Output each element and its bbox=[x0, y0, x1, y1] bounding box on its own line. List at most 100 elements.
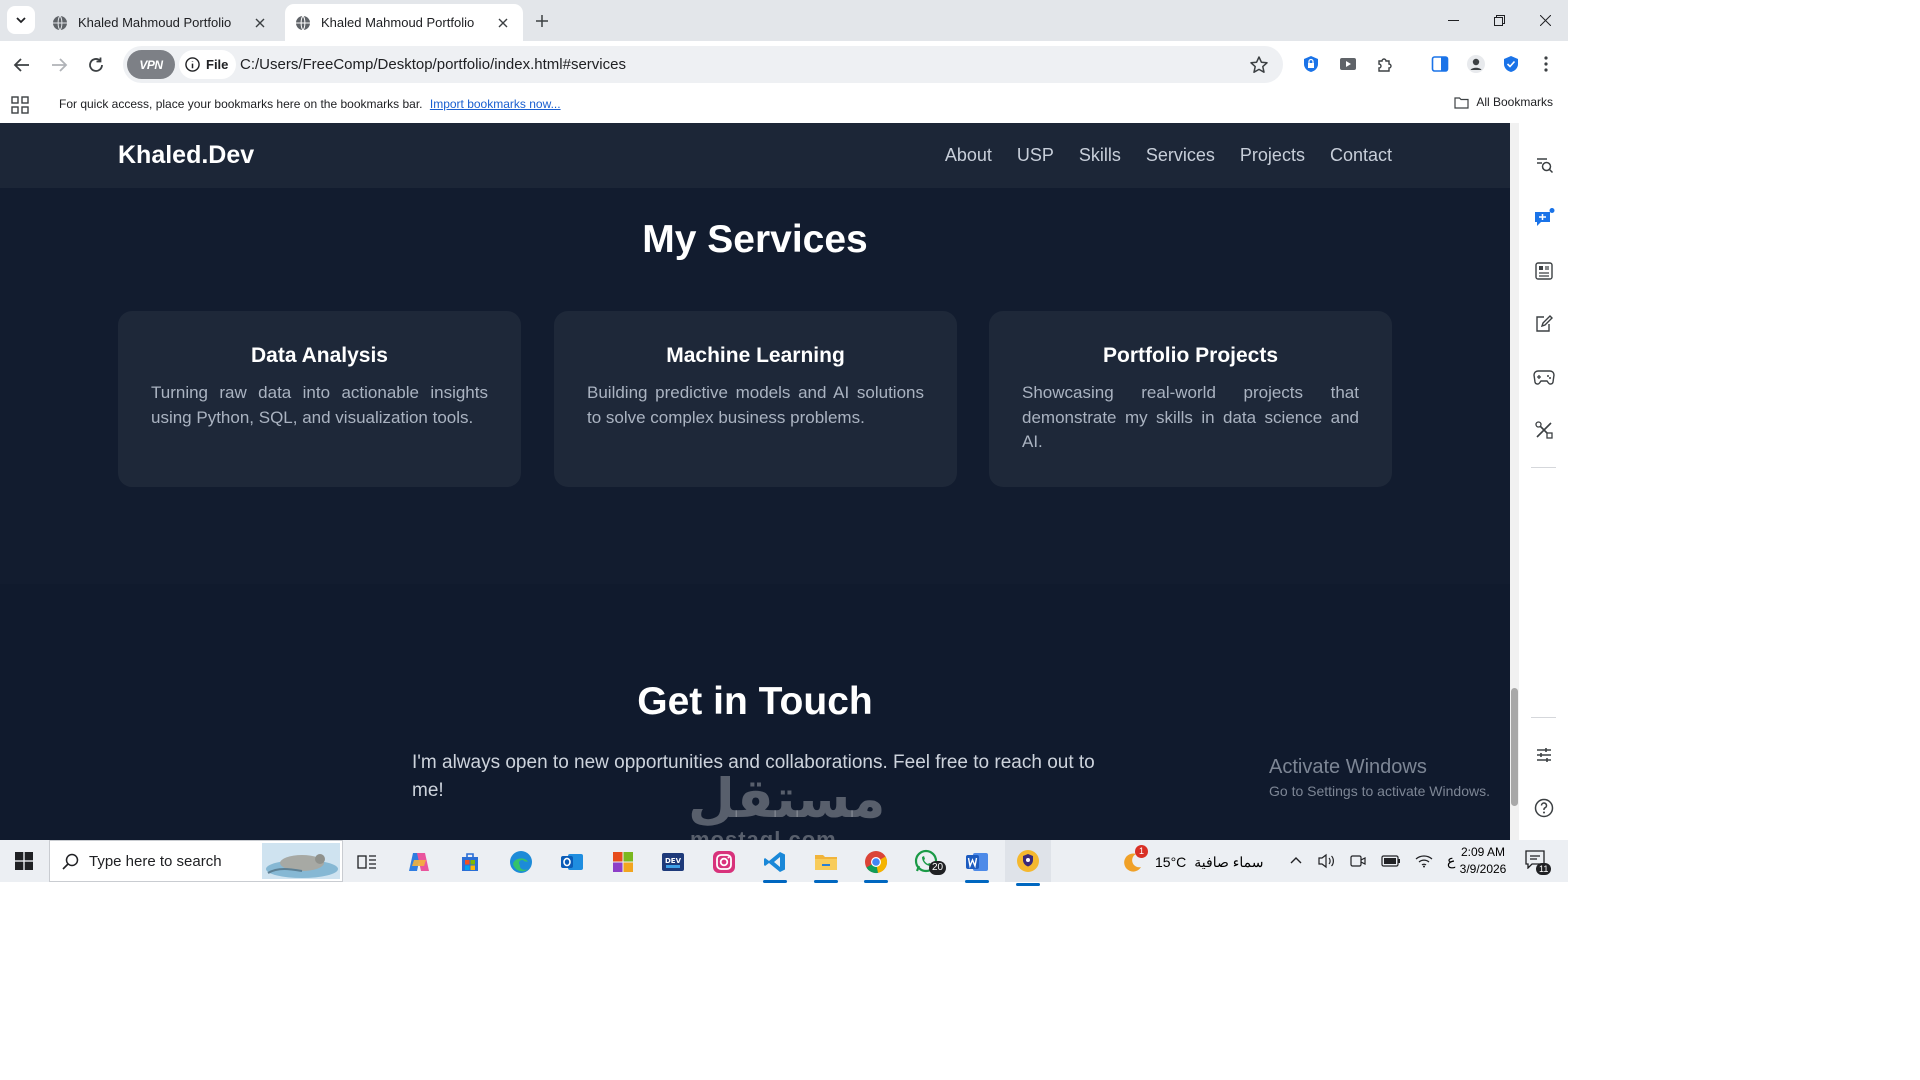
sidebar-toggle-button[interactable] bbox=[1427, 51, 1453, 77]
side-tools-button[interactable] bbox=[1530, 416, 1557, 443]
vscode-app[interactable] bbox=[757, 845, 793, 883]
instagram-app[interactable] bbox=[706, 845, 742, 879]
site-info-chip[interactable]: File bbox=[179, 50, 237, 79]
new-tab-button[interactable] bbox=[529, 8, 555, 34]
service-card-title: Machine Learning bbox=[666, 344, 845, 367]
side-help-button[interactable] bbox=[1530, 794, 1557, 821]
search-icon bbox=[62, 853, 79, 870]
address-bar[interactable]: VPN File C:/Users/FreeComp/Desktop/portf… bbox=[123, 46, 1283, 83]
nav-link-skills[interactable]: Skills bbox=[1079, 145, 1121, 166]
site-logo[interactable]: Khaled.Dev bbox=[118, 141, 254, 170]
services-section: My Services Data Analysis Turning raw da… bbox=[0, 188, 1510, 584]
meet-now-icon[interactable] bbox=[1349, 853, 1367, 869]
page-scrollbar[interactable] bbox=[1510, 123, 1519, 840]
side-panel-icon bbox=[1431, 56, 1449, 72]
running-indicator bbox=[1016, 883, 1040, 886]
folder-icon bbox=[815, 855, 837, 870]
microsoft-store-app[interactable] bbox=[452, 845, 488, 879]
service-card-machine-learning: Machine Learning Building predictive mod… bbox=[554, 311, 957, 487]
chrome-app[interactable] bbox=[858, 845, 894, 883]
nav-link-about[interactable]: About bbox=[945, 145, 992, 166]
nav-link-projects[interactable]: Projects bbox=[1240, 145, 1305, 166]
copilot-icon bbox=[409, 853, 429, 871]
notifications-button[interactable]: 11 bbox=[1524, 849, 1552, 875]
site-header: Khaled.Dev About USP Skills Services Pro… bbox=[0, 123, 1510, 188]
taskbar-search-box[interactable]: Type here to search bbox=[49, 840, 343, 882]
side-chat-button[interactable] bbox=[1530, 204, 1557, 231]
activate-windows-title: Activate Windows bbox=[1269, 756, 1427, 778]
wifi-icon[interactable] bbox=[1415, 854, 1433, 868]
office-app[interactable] bbox=[605, 845, 641, 879]
extension-shield-button[interactable] bbox=[1498, 51, 1524, 77]
chrome-icon bbox=[865, 851, 888, 874]
start-button[interactable] bbox=[0, 840, 48, 882]
taskbar-clock[interactable]: 2:09 AM 3/9/2026 bbox=[1455, 844, 1511, 878]
volume-icon[interactable] bbox=[1317, 853, 1335, 869]
bookmarks-message-row: For quick access, place your bookmarks h… bbox=[59, 97, 561, 111]
edge-app[interactable] bbox=[503, 845, 539, 879]
extension-video-button[interactable] bbox=[1335, 51, 1361, 77]
close-icon[interactable] bbox=[493, 13, 513, 33]
system-tray: ع bbox=[1289, 852, 1455, 869]
reload-button[interactable] bbox=[81, 50, 111, 80]
office-grid-icon bbox=[613, 852, 633, 872]
info-icon bbox=[185, 57, 200, 72]
extensions-button[interactable] bbox=[1372, 51, 1398, 77]
file-explorer-app[interactable] bbox=[808, 845, 844, 883]
minimize-button[interactable] bbox=[1430, 0, 1476, 41]
apps-grid-icon[interactable] bbox=[11, 96, 29, 114]
tab-1[interactable]: Khaled Mahmoud Portfolio bbox=[42, 4, 280, 41]
side-games-button[interactable] bbox=[1530, 363, 1557, 390]
forward-button[interactable] bbox=[44, 50, 74, 80]
gamepad-icon bbox=[1532, 369, 1555, 385]
bookmarks-bar: For quick access, place your bookmarks h… bbox=[0, 88, 1568, 123]
weather-icon-wrap: 1 bbox=[1121, 845, 1149, 873]
tab-search-button[interactable] bbox=[7, 6, 35, 34]
search-page-icon bbox=[1536, 157, 1553, 173]
close-window-button[interactable] bbox=[1522, 0, 1568, 41]
close-icon[interactable] bbox=[250, 13, 270, 33]
weather-widget[interactable]: 1 15°C سماء صافية bbox=[1121, 845, 1263, 873]
scrollbar-thumb[interactable] bbox=[1511, 688, 1518, 806]
profile-button[interactable] bbox=[1463, 51, 1489, 77]
side-search-button[interactable] bbox=[1530, 151, 1557, 178]
watermark-arabic: مستقل bbox=[688, 767, 886, 830]
url-text[interactable]: C:/Users/FreeComp/Desktop/portfolio/inde… bbox=[240, 46, 626, 83]
battery-icon[interactable] bbox=[1381, 854, 1401, 867]
side-customize-button[interactable] bbox=[1530, 741, 1557, 768]
instagram-icon bbox=[713, 851, 735, 873]
all-bookmarks-button[interactable]: All Bookmarks bbox=[1454, 95, 1553, 109]
tab-strip: Khaled Mahmoud Portfolio Khaled Mahmoud … bbox=[0, 0, 1568, 41]
nav-link-usp[interactable]: USP bbox=[1017, 145, 1054, 166]
nav-link-contact[interactable]: Contact bbox=[1330, 145, 1392, 166]
running-indicator bbox=[864, 880, 888, 883]
reload-icon bbox=[89, 57, 103, 72]
vpn-badge[interactable]: VPN bbox=[127, 50, 175, 79]
running-indicator bbox=[763, 880, 787, 883]
extension-password-button[interactable] bbox=[1298, 51, 1324, 77]
menu-button[interactable] bbox=[1533, 51, 1559, 77]
word-app[interactable] bbox=[959, 845, 995, 883]
minimize-icon bbox=[1447, 20, 1459, 21]
back-button[interactable] bbox=[7, 50, 37, 80]
whatsapp-app[interactable]: 20 bbox=[909, 845, 947, 879]
bookmark-star-button[interactable] bbox=[1245, 51, 1273, 79]
tab-2[interactable]: Khaled Mahmoud Portfolio bbox=[285, 4, 523, 41]
service-card-portfolio-projects: Portfolio Projects Showcasing real-world… bbox=[989, 311, 1392, 487]
restore-button[interactable] bbox=[1476, 0, 1522, 41]
import-bookmarks-link[interactable]: Import bookmarks now... bbox=[430, 97, 561, 111]
vpn-app[interactable] bbox=[1005, 840, 1051, 886]
task-view-icon bbox=[357, 855, 376, 869]
side-news-button[interactable] bbox=[1530, 257, 1557, 284]
running-indicator bbox=[814, 880, 838, 883]
store-icon bbox=[462, 853, 478, 871]
activate-windows-subtitle: Go to Settings to activate Windows. bbox=[1269, 783, 1490, 799]
side-notes-button[interactable] bbox=[1530, 310, 1557, 337]
copilot-app[interactable] bbox=[401, 845, 437, 879]
page-viewport: Khaled.Dev About USP Skills Services Pro… bbox=[0, 123, 1519, 840]
task-view-button[interactable] bbox=[349, 845, 385, 879]
devtoys-app[interactable]: DEV bbox=[655, 845, 691, 879]
nav-link-services[interactable]: Services bbox=[1146, 145, 1215, 166]
chevron-up-icon[interactable] bbox=[1289, 854, 1303, 868]
outlook-app[interactable] bbox=[554, 845, 590, 879]
